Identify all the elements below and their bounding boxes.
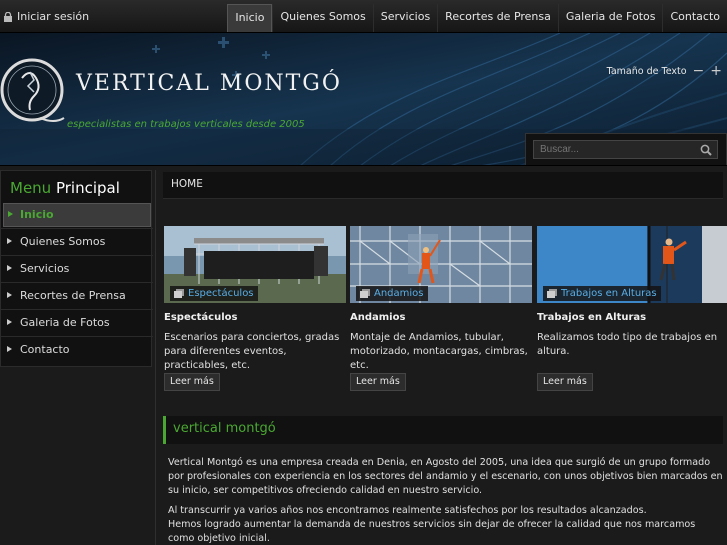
lock-icon xyxy=(4,12,12,22)
read-more-button[interactable]: Leer más xyxy=(164,373,220,391)
card-tag[interactable]: Andamios xyxy=(356,286,428,301)
card-text: Escenarios para conciertos, gradas para … xyxy=(164,332,340,371)
pages-icon xyxy=(360,289,370,298)
sidebar-item-label: Servicios xyxy=(20,262,70,275)
breadcrumb: HOME xyxy=(163,172,723,199)
column-divider xyxy=(155,170,156,545)
read-more-button[interactable]: Leer más xyxy=(537,373,593,391)
article-body: Vertical Montgó es una empresa creada en… xyxy=(168,456,724,545)
logo-emblem-icon xyxy=(0,58,65,122)
search-input[interactable] xyxy=(533,140,718,159)
card-tag-label: Espectáculos xyxy=(188,288,254,299)
sidebar-item-quienes-somos[interactable]: Quienes Somos xyxy=(1,228,153,255)
nav-quienes-somos[interactable]: Quienes Somos xyxy=(272,4,372,32)
sidebar-item-label: Quienes Somos xyxy=(20,235,106,248)
menu-title-main: Principal xyxy=(55,179,120,197)
login-link[interactable]: Iniciar sesión xyxy=(4,10,89,23)
card-tag[interactable]: Trabajos en Alturas xyxy=(543,286,661,301)
arrow-right-icon xyxy=(7,238,12,244)
decrease-text-icon[interactable]: − xyxy=(693,63,705,79)
login-label: Iniciar sesión xyxy=(17,10,90,23)
article-paragraph: Al transcurrir ya varios años nos encont… xyxy=(168,505,647,516)
arrow-right-icon xyxy=(7,346,12,352)
sidebar-item-recortes-de-prensa[interactable]: Recortes de Prensa xyxy=(1,282,153,309)
arrow-right-icon xyxy=(7,319,12,325)
sidebar-menu: Menu Principal Inicio Quienes Somos Serv… xyxy=(0,170,153,367)
sidebar-item-label: Inicio xyxy=(20,208,54,221)
sidebar-item-label: Contacto xyxy=(20,343,70,356)
card-title: Trabajos en Alturas xyxy=(537,312,647,323)
card-tag-label: Trabajos en Alturas xyxy=(561,288,657,299)
card-trabajos-en-alturas: Trabajos en Alturas Trabajos en Alturas … xyxy=(537,226,727,391)
logo-title: VERTICAL MONTGÓ xyxy=(76,71,342,96)
text-size-label: Tamaño de Texto xyxy=(606,65,687,77)
read-more-button[interactable]: Leer más xyxy=(350,373,406,391)
text-size-control: Tamaño de Texto − + xyxy=(607,63,722,79)
logo-tagline: especialistas en trabajos verticales des… xyxy=(67,119,305,130)
main-nav: Inicio Quienes Somos Servicios Recortes … xyxy=(227,4,727,32)
page: Iniciar sesión Inicio Quienes Somos Serv… xyxy=(0,0,727,545)
top-bar: Iniciar sesión Inicio Quienes Somos Serv… xyxy=(0,0,727,33)
card-text: Montaje de Andamios, tubular, motorizado… xyxy=(350,332,528,371)
nav-servicios[interactable]: Servicios xyxy=(372,4,437,32)
card-title: Espectáculos xyxy=(164,312,238,323)
card-andamios: Andamios Andamios Montaje de Andamios, t… xyxy=(350,226,532,391)
arrow-right-icon xyxy=(7,292,12,298)
card-espectaculos: Espectáculos Espectáculos Escenarios par… xyxy=(164,226,346,391)
card-text: Realizamos todo tipo de trabajos en altu… xyxy=(537,332,718,357)
article-paragraph: Vertical Montgó es una empresa creada en… xyxy=(168,457,723,496)
menu-title: Menu Principal xyxy=(10,179,120,197)
sidebar-item-inicio[interactable]: Inicio xyxy=(3,203,151,227)
card-tag-label: Andamios xyxy=(374,288,424,299)
section-title: vertical montgó xyxy=(163,416,723,444)
search-icon[interactable] xyxy=(700,144,712,156)
search-box xyxy=(525,133,727,165)
sidebar-item-galeria-de-fotos[interactable]: Galeria de Fotos xyxy=(1,309,153,336)
sidebar-item-contacto[interactable]: Contacto xyxy=(1,336,153,363)
card-image[interactable]: Andamios xyxy=(350,226,532,303)
article-paragraph: Hemos logrado aumentar la demanda de nue… xyxy=(168,519,696,544)
site-header: VERTICAL MONTGÓ especialistas en trabajo… xyxy=(0,33,727,166)
nav-recortes-de-prensa[interactable]: Recortes de Prensa xyxy=(437,4,558,32)
menu-list: Inicio Quienes Somos Servicios Recortes … xyxy=(1,202,153,363)
nav-contacto[interactable]: Contacto xyxy=(662,4,727,32)
card-tag[interactable]: Espectáculos xyxy=(170,286,258,301)
sidebar-item-label: Recortes de Prensa xyxy=(20,289,126,302)
sidebar-item-label: Galeria de Fotos xyxy=(20,316,110,329)
arrow-right-icon xyxy=(8,211,13,217)
pages-icon xyxy=(547,289,557,298)
pages-icon xyxy=(174,289,184,298)
nav-galeria-de-fotos[interactable]: Galeria de Fotos xyxy=(557,4,663,32)
sidebar-item-servicios[interactable]: Servicios xyxy=(1,255,153,282)
card-title: Andamios xyxy=(350,312,406,323)
card-image[interactable]: Trabajos en Alturas xyxy=(537,226,727,303)
increase-text-icon[interactable]: + xyxy=(710,63,722,79)
menu-title-prefix: Menu xyxy=(10,179,52,197)
nav-inicio[interactable]: Inicio xyxy=(227,4,273,32)
card-image[interactable]: Espectáculos xyxy=(164,226,346,303)
arrow-right-icon xyxy=(7,265,12,271)
